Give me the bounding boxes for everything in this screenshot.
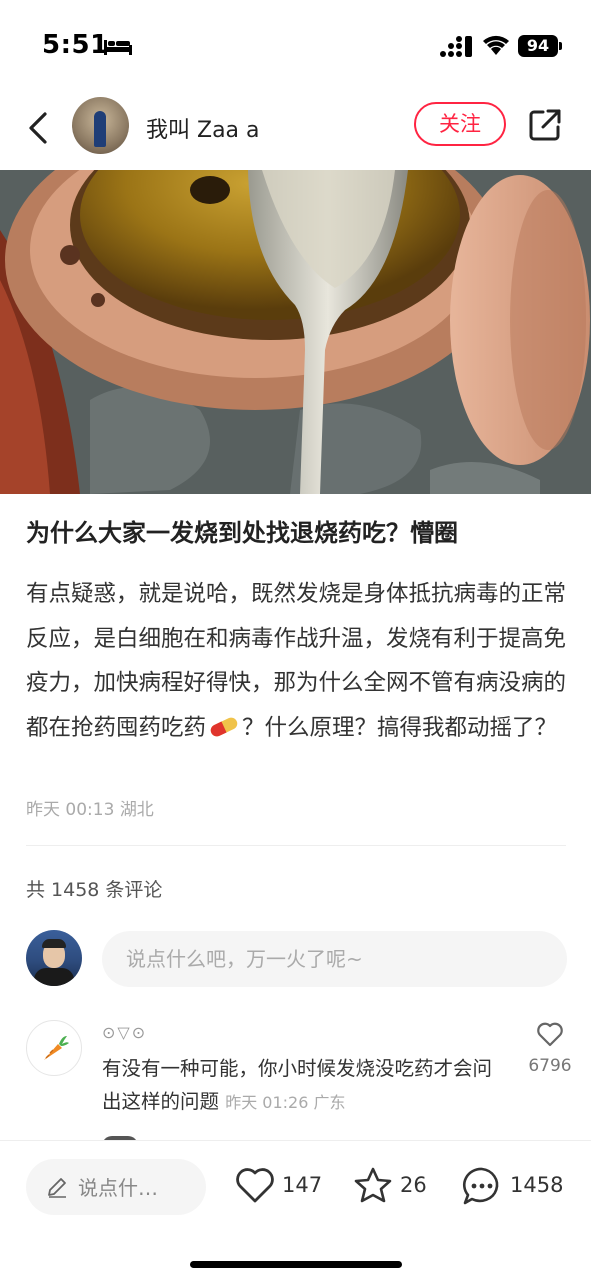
battery-indicator: 94	[518, 35, 558, 57]
post-title: 为什么大家一发烧到处找退烧药吃？懵圈	[26, 519, 458, 547]
share-icon[interactable]	[528, 108, 562, 142]
author-avatar[interactable]	[72, 97, 129, 154]
pill-icon	[210, 717, 238, 736]
comment-bubble-icon	[463, 1167, 499, 1205]
post-location: 湖北	[119, 800, 154, 820]
star-icon	[354, 1167, 392, 1203]
post-header: 我叫 Zaa a 关注	[0, 90, 591, 170]
post-date: 昨天 00:13	[26, 800, 115, 820]
bottom-action-bar: 说点什… 147 26 1458	[0, 1140, 591, 1280]
collect-count: 26	[400, 1173, 427, 1197]
like-button[interactable]: 147	[234, 1165, 324, 1209]
post-body-text-end: ？什么原理？搞得我都动摇了？	[242, 714, 558, 741]
wifi-icon	[483, 35, 509, 55]
status-bar: 5:51 94	[0, 0, 591, 90]
back-arrow-icon[interactable]	[26, 110, 52, 146]
bottom-input-label: 说点什…	[78, 1176, 158, 1200]
comment-count: 1458	[510, 1173, 564, 1197]
heart-icon	[236, 1168, 274, 1203]
comment-input[interactable]: 说点什么吧，万一火了呢~	[102, 931, 567, 987]
comment-text: 有没有一种可能，你小时候发烧没吃药才会问出这样的问题 昨天 01:26 广东	[102, 1052, 502, 1119]
comment-button[interactable]: 1458	[460, 1165, 570, 1209]
post-body: 有点疑惑，就是说哈，既然发烧是身体抵抗病毒的正常反应，是白细胞在和病毒作战升温，…	[26, 572, 571, 750]
current-user-avatar	[26, 930, 82, 986]
commenter-avatar[interactable]	[26, 1020, 82, 1076]
post-photo[interactable]	[0, 170, 591, 494]
comments-count: 共 1458 条评论	[26, 879, 163, 901]
status-time: 5:51	[42, 30, 109, 60]
like-count: 147	[282, 1173, 323, 1197]
battery-cap	[559, 42, 562, 50]
commenter-name[interactable]: ⊙▽⊙	[102, 1023, 147, 1042]
comment-like-count: 6796	[528, 1056, 572, 1076]
comment-meta: 昨天 01:26 广东	[225, 1093, 346, 1112]
cellular-signal-icon	[440, 36, 472, 57]
sleep-mode-icon	[104, 40, 132, 55]
author-name[interactable]: 我叫 Zaa a	[146, 112, 260, 144]
bottom-comment-input[interactable]: 说点什…	[26, 1159, 206, 1215]
carrot-icon	[44, 1036, 69, 1060]
heart-icon[interactable]	[536, 1021, 564, 1047]
follow-button[interactable]: 关注	[414, 102, 506, 146]
collect-button[interactable]: 26	[352, 1165, 432, 1209]
divider	[26, 845, 566, 846]
post-meta: 昨天 00:13 湖北	[26, 795, 154, 820]
pencil-icon	[48, 1178, 66, 1198]
home-indicator[interactable]	[190, 1261, 402, 1268]
